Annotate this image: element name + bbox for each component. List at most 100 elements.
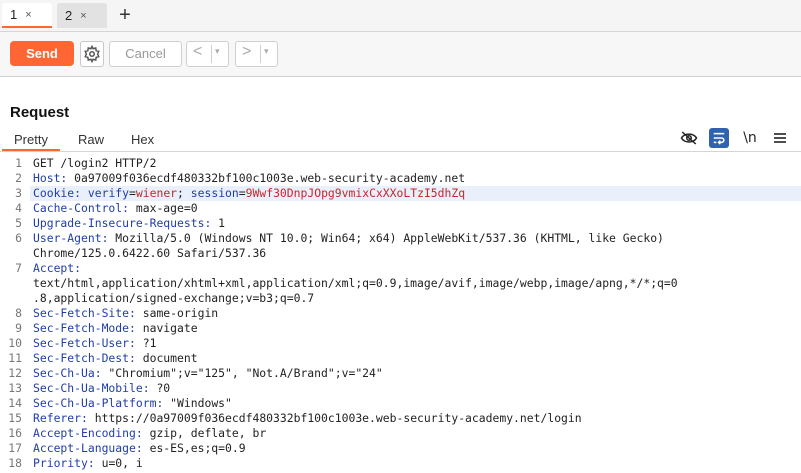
code-line[interactable]: Sec-Ch-Ua-Platform: "Windows" <box>33 396 799 410</box>
new-tab-plus-icon[interactable]: + <box>116 3 134 28</box>
forward-dropdown-icon[interactable]: ▾ <box>264 46 269 57</box>
cookie-name: verify <box>87 186 130 200</box>
tab-2-close-icon[interactable]: × <box>80 10 86 22</box>
header-value: document <box>135 351 198 365</box>
tab-pretty[interactable]: Pretty <box>14 132 48 147</box>
line-number: 6 <box>15 231 22 245</box>
word-wrap-icon[interactable] <box>709 128 729 148</box>
back-dropdown-icon[interactable]: ▾ <box>215 46 220 57</box>
back-arrow-icon: < <box>193 43 203 60</box>
line-number: 14 <box>8 396 22 410</box>
header-name: Accept-Encoding: <box>33 426 143 440</box>
header-name: Sec-Ch-Ua-Mobile: <box>33 381 150 395</box>
header-value: max-age=0 <box>129 201 198 215</box>
code-line[interactable]: Referer: https://0a97009f036ecdf480332bf… <box>33 411 799 425</box>
header-value: GET /login2 HTTP/2 <box>33 156 157 170</box>
header-value: Mozilla/5.0 (Windows NT 10.0; Win64; x64… <box>108 231 664 245</box>
code-line[interactable]: Priority: u=0, i <box>33 456 799 470</box>
header-value: ?0 <box>149 381 171 395</box>
tab-1-label: 1 <box>10 7 18 22</box>
code-line[interactable]: Cookie: verify=wiener; session=9Wwf30Dnp… <box>33 186 799 200</box>
code-line[interactable]: GET /login2 HTTP/2 <box>33 156 799 170</box>
request-panel-title: Request <box>10 104 70 121</box>
header-name: Sec-Ch-Ua-Platform: <box>33 396 164 410</box>
header-name: Cookie: <box>33 186 82 200</box>
header-value: .8,application/signed-exchange;v=b3;q=0.… <box>33 291 315 305</box>
cookie-separator: ; <box>177 186 191 200</box>
header-name: Sec-Fetch-Site: <box>33 306 136 320</box>
header-value: 1 <box>211 216 226 230</box>
code-line[interactable]: Sec-Ch-Ua: "Chromium";v="125", "Not.A/Br… <box>33 366 799 380</box>
code-line[interactable]: Sec-Ch-Ua-Mobile: ?0 <box>33 381 799 395</box>
line-number: 11 <box>8 351 22 365</box>
code-line[interactable]: Accept-Encoding: gzip, deflate, br <box>33 426 799 440</box>
line-number: 8 <box>15 306 22 320</box>
code-line[interactable]: Accept-Language: es-ES,es;q=0.9 <box>33 441 799 455</box>
header-value: Chrome/125.0.6422.60 Safari/537.36 <box>33 246 267 260</box>
header-value: es-ES,es;q=0.9 <box>142 441 246 455</box>
tab-1-close-icon[interactable]: × <box>25 9 31 21</box>
header-value: "Windows" <box>163 396 232 410</box>
line-number: 2 <box>15 171 22 185</box>
header-value: https://0a97009f036ecdf480332bf100c1003e… <box>87 411 582 425</box>
header-name: Referer: <box>33 411 88 425</box>
code-line[interactable]: Upgrade-Insecure-Requests: 1 <box>33 216 799 230</box>
divider <box>211 45 212 63</box>
code-line[interactable]: Chrome/125.0.6422.60 Safari/537.36 <box>33 246 799 260</box>
toolbar: Send Cancel < ▾ > ▾ <box>0 32 801 77</box>
tab-1[interactable]: 1 × <box>2 3 52 28</box>
tab-hex[interactable]: Hex <box>131 132 154 147</box>
tab-2-label: 2 <box>65 8 73 23</box>
line-number: 10 <box>8 336 22 350</box>
header-value: same-origin <box>135 306 219 320</box>
header-value: u=0, i <box>94 456 143 470</box>
code-line[interactable]: Accept: <box>33 261 799 275</box>
settings-gear-icon[interactable] <box>80 41 104 67</box>
cookie-equals: = <box>238 186 246 200</box>
code-line[interactable]: .8,application/signed-exchange;v=b3;q=0.… <box>33 291 799 305</box>
cancel-button[interactable]: Cancel <box>109 41 182 67</box>
hide-eye-slash-icon[interactable] <box>679 128 699 148</box>
header-name: Cache-Control: <box>33 201 130 215</box>
forward-arrow-icon: > <box>242 43 252 60</box>
header-name: Upgrade-Insecure-Requests: <box>33 216 212 230</box>
code-line[interactable]: Sec-Fetch-Site: same-origin <box>33 306 799 320</box>
code-line[interactable]: User-Agent: Mozilla/5.0 (Windows NT 10.0… <box>33 231 799 245</box>
cookie-equals: = <box>129 186 136 200</box>
line-number: 4 <box>15 201 22 215</box>
cookie-value: wiener <box>135 186 178 200</box>
line-number: 9 <box>15 321 22 335</box>
header-value: "Chromium";v="125", "Not.A/Brand";v="24" <box>101 366 383 380</box>
tab-2[interactable]: 2 × <box>57 3 107 28</box>
line-number: 7 <box>15 261 22 275</box>
header-name: User-Agent: <box>33 231 109 245</box>
menu-hamburger-icon[interactable] <box>770 128 790 148</box>
history-back-button[interactable]: < ▾ <box>186 41 229 67</box>
code-line[interactable]: Host: 0a97009f036ecdf480332bf100c1003e.w… <box>33 171 799 185</box>
line-number: 15 <box>8 411 22 425</box>
line-number: 1 <box>15 156 22 170</box>
line-number: 12 <box>8 366 22 380</box>
divider <box>260 45 261 63</box>
header-name: Sec-Fetch-Dest: <box>33 351 136 365</box>
line-number: 13 <box>8 381 22 395</box>
header-value: ?1 <box>135 336 157 350</box>
request-editor[interactable]: 1 GET /login2 HTTP/2 2 Host: 0a97009f036ecd… <box>0 154 801 473</box>
send-button[interactable]: Send <box>10 41 74 66</box>
code-line[interactable]: Sec-Fetch-Dest: document <box>33 351 799 365</box>
header-name: Accept: <box>33 261 82 275</box>
cookie-name: session <box>190 186 239 200</box>
history-forward-button[interactable]: > ▾ <box>235 41 278 67</box>
header-value: navigate <box>135 321 198 335</box>
header-value: gzip, deflate, br <box>142 426 267 440</box>
tab-raw[interactable]: Raw <box>78 132 104 147</box>
code-line[interactable]: text/html,application/xhtml+xml,applicat… <box>33 276 799 290</box>
line-number: 17 <box>8 441 22 455</box>
header-value: 0a97009f036ecdf480332bf100c1003e.web-sec… <box>67 171 466 185</box>
header-name: Sec-Fetch-Mode: <box>33 321 136 335</box>
line-number: 3 <box>15 186 22 200</box>
code-line[interactable]: Cache-Control: max-age=0 <box>33 201 799 215</box>
code-line[interactable]: Sec-Fetch-User: ?1 <box>33 336 799 350</box>
show-newlines-toggle[interactable]: \n <box>740 128 760 148</box>
code-line[interactable]: Sec-Fetch-Mode: navigate <box>33 321 799 335</box>
